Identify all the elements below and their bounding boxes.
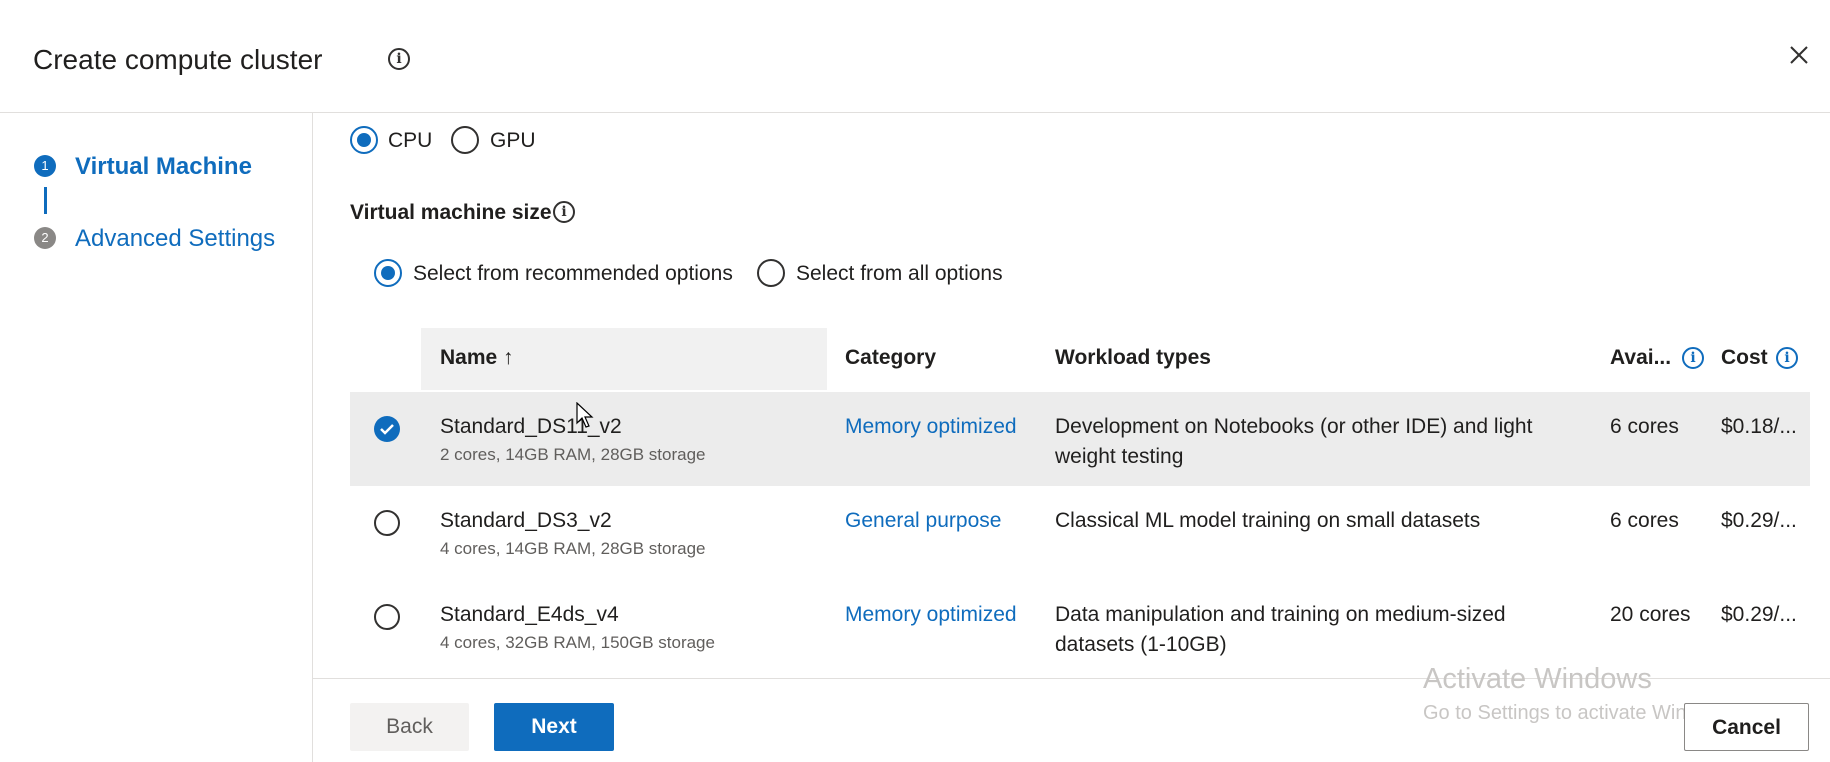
vm-workload-cont: datasets (1-10GB) [1055,633,1227,656]
vm-name: Standard_E4ds_v4 [440,603,619,626]
vm-cost: $0.18/... [1721,415,1797,438]
recommended-options-radio[interactable] [374,259,402,287]
back-button[interactable]: Back [350,703,469,751]
checkmark-icon [380,424,394,435]
gpu-radio-label[interactable]: GPU [490,129,536,153]
vm-specs: 4 cores, 32GB RAM, 150GB storage [440,633,715,652]
vm-name: Standard_DS3_v2 [440,509,612,532]
vm-workload-cont: weight testing [1055,445,1184,468]
step-virtual-machine[interactable]: Virtual Machine [75,153,252,181]
next-button[interactable]: Next [494,703,614,751]
vm-size-label: Virtual machine size [350,201,552,224]
vm-available: 6 cores [1610,509,1679,532]
row-select-radio[interactable] [374,604,400,630]
vm-available: 6 cores [1610,415,1679,438]
cpu-radio-label[interactable]: CPU [388,129,432,153]
available-info-icon[interactable]: i [1682,347,1704,369]
vm-name: Standard_DS11_v2 [440,415,622,438]
pointer-cursor-icon [576,402,594,428]
vm-specs: 4 cores, 14GB RAM, 28GB storage [440,539,706,558]
all-options-radio[interactable] [757,259,785,287]
column-header-category[interactable]: Category [845,346,936,370]
vm-category-link[interactable]: General purpose [845,509,1001,533]
table-row[interactable]: Standard_E4ds_v4 4 cores, 32GB RAM, 150G… [350,580,1810,674]
recommended-options-label[interactable]: Select from recommended options [413,262,733,286]
vm-specs: 2 cores, 14GB RAM, 28GB storage [440,445,706,464]
vm-category-link[interactable]: Memory optimized [845,415,1017,439]
vm-workload: Development on Notebooks (or other IDE) … [1055,415,1533,438]
gpu-radio[interactable] [451,126,479,154]
all-options-label[interactable]: Select from all options [796,262,1003,286]
step-2-number: 2 [34,227,56,249]
vm-workload: Data manipulation and training on medium… [1055,603,1506,626]
vm-cost: $0.29/... [1721,509,1797,532]
dialog-title: Create compute cluster [33,44,323,75]
info-icon[interactable]: i [553,201,575,223]
step-1-number: 1 [34,155,56,177]
table-row[interactable]: Standard_DS3_v2 4 cores, 14GB RAM, 28GB … [350,486,1810,580]
column-header-name[interactable]: Name ↑ [440,346,514,370]
vm-category-link[interactable]: Memory optimized [845,603,1017,627]
close-icon[interactable] [1788,44,1810,66]
table-row[interactable]: Standard_DS11_v2 2 cores, 14GB RAM, 28GB… [350,392,1810,486]
vm-available: 20 cores [1610,603,1691,626]
row-selected-check[interactable] [374,416,400,442]
column-header-workload[interactable]: Workload types [1055,346,1211,370]
info-icon[interactable]: i [388,48,410,70]
step-advanced-settings[interactable]: Advanced Settings [75,225,275,253]
cpu-radio[interactable] [350,126,378,154]
row-select-radio[interactable] [374,510,400,536]
column-header-available[interactable]: Avai... [1610,346,1671,370]
activate-windows-watermark: Activate Windows [1423,663,1652,695]
vm-cost: $0.29/... [1721,603,1797,626]
dialog-header: Create compute cluster i [0,0,1830,113]
cost-info-icon[interactable]: i [1776,347,1798,369]
cancel-button[interactable]: Cancel [1684,703,1809,751]
vm-workload: Classical ML model training on small dat… [1055,509,1481,532]
column-header-cost[interactable]: Cost [1721,346,1768,370]
step-connector [44,187,47,214]
